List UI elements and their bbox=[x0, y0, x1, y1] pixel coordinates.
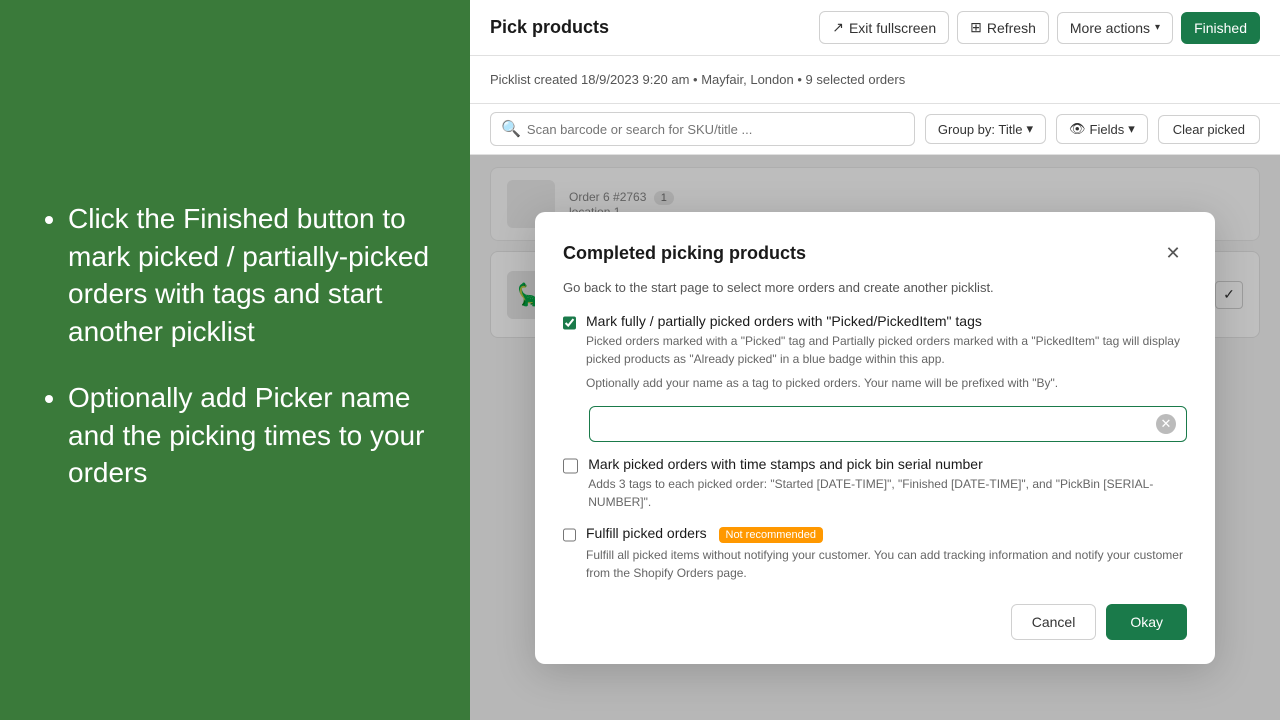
exit-fullscreen-icon: ↗ bbox=[832, 19, 844, 36]
filter-bar: 🔍 Group by: Title ▾ 👁 Fields ▾ Clear pic… bbox=[470, 104, 1280, 155]
top-bar-actions: ↗ Exit fullscreen ⊞ Refresh More actions… bbox=[819, 11, 1260, 44]
finished-button[interactable]: Finished bbox=[1181, 12, 1260, 44]
cancel-button[interactable]: Cancel bbox=[1011, 604, 1097, 640]
content-area: Order 6 #2763 1 location 1 🦕 Animal Zone… bbox=[470, 155, 1280, 720]
checkbox-2-desc: Adds 3 tags to each picked order: "Start… bbox=[588, 475, 1187, 511]
clear-name-button[interactable]: ✕ bbox=[1156, 414, 1176, 434]
checkbox-2-label: Mark picked orders with time stamps and … bbox=[588, 456, 1187, 472]
top-bar: Pick products ↗ Exit fullscreen ⊞ Refres… bbox=[470, 0, 1280, 56]
chevron-down-icon: ▾ bbox=[1026, 121, 1033, 137]
checkbox-fulfill[interactable] bbox=[563, 527, 576, 543]
name-input-row: John ✕ bbox=[589, 406, 1187, 442]
modal-title: Completed picking products bbox=[563, 243, 806, 264]
more-actions-button[interactable]: More actions ▾ bbox=[1057, 12, 1173, 44]
checkbox-timestamps[interactable] bbox=[563, 458, 578, 474]
right-panel: Pick products ↗ Exit fullscreen ⊞ Refres… bbox=[470, 0, 1280, 720]
chevron-down-icon: ▾ bbox=[1128, 121, 1135, 137]
checkbox-1-desc2: Optionally add your name as a tag to pic… bbox=[586, 374, 1187, 392]
checkbox-3-label: Fulfill picked orders Not recommended bbox=[586, 525, 1187, 543]
left-panel: Click the Finished button to mark picked… bbox=[0, 0, 470, 720]
fields-button[interactable]: 👁 Fields ▾ bbox=[1056, 114, 1148, 144]
checkbox-1-content: Mark fully / partially picked orders wit… bbox=[586, 313, 1187, 392]
modal-header: Completed picking products ✕ bbox=[563, 240, 1187, 268]
name-input-wrap[interactable]: John ✕ bbox=[589, 406, 1187, 442]
checkbox-row-2: Mark picked orders with time stamps and … bbox=[563, 456, 1187, 511]
checkbox-row-3: Fulfill picked orders Not recommended Fu… bbox=[563, 525, 1187, 582]
modal-footer: Cancel Okay bbox=[563, 604, 1187, 640]
search-input[interactable] bbox=[527, 122, 904, 137]
checkbox-3-desc: Fulfill all picked items without notifyi… bbox=[586, 546, 1187, 582]
search-icon: 🔍 bbox=[501, 119, 521, 139]
bullet-item-2: Optionally add Picker name and the picki… bbox=[68, 379, 430, 492]
refresh-icon: ⊞ bbox=[970, 19, 982, 36]
fields-icon: 👁 bbox=[1069, 121, 1086, 137]
picker-name-input[interactable]: John bbox=[600, 416, 1150, 432]
checkbox-row-1: Mark fully / partially picked orders wit… bbox=[563, 313, 1187, 392]
modal-description: Go back to the start page to select more… bbox=[563, 280, 1187, 295]
checkbox-3-content: Fulfill picked orders Not recommended Fu… bbox=[586, 525, 1187, 582]
okay-button[interactable]: Okay bbox=[1106, 604, 1187, 640]
modal-completed-picking: Completed picking products ✕ Go back to … bbox=[535, 212, 1215, 664]
modal-close-button[interactable]: ✕ bbox=[1159, 240, 1187, 268]
checkbox-1-label: Mark fully / partially picked orders wit… bbox=[586, 313, 1187, 329]
clear-picked-button[interactable]: Clear picked bbox=[1158, 115, 1260, 144]
checkbox-1-desc: Picked orders marked with a "Picked" tag… bbox=[586, 332, 1187, 368]
not-recommended-badge: Not recommended bbox=[719, 527, 824, 543]
bullet-item-1: Click the Finished button to mark picked… bbox=[68, 200, 430, 351]
page-title: Pick products bbox=[490, 17, 609, 38]
picklist-info: Picklist created 18/9/2023 9:20 am • May… bbox=[490, 72, 905, 87]
exit-fullscreen-button[interactable]: ↗ Exit fullscreen bbox=[819, 11, 949, 44]
group-by-button[interactable]: Group by: Title ▾ bbox=[925, 114, 1046, 144]
bullet-list: Click the Finished button to mark picked… bbox=[40, 200, 430, 521]
checkbox-2-content: Mark picked orders with time stamps and … bbox=[588, 456, 1187, 511]
sub-bar: Picklist created 18/9/2023 9:20 am • May… bbox=[470, 56, 1280, 104]
chevron-down-icon: ▾ bbox=[1155, 22, 1160, 33]
modal-overlay: Completed picking products ✕ Go back to … bbox=[470, 155, 1280, 720]
search-box[interactable]: 🔍 bbox=[490, 112, 915, 146]
checkbox-picked-tags[interactable] bbox=[563, 315, 576, 331]
refresh-button[interactable]: ⊞ Refresh bbox=[957, 11, 1049, 44]
